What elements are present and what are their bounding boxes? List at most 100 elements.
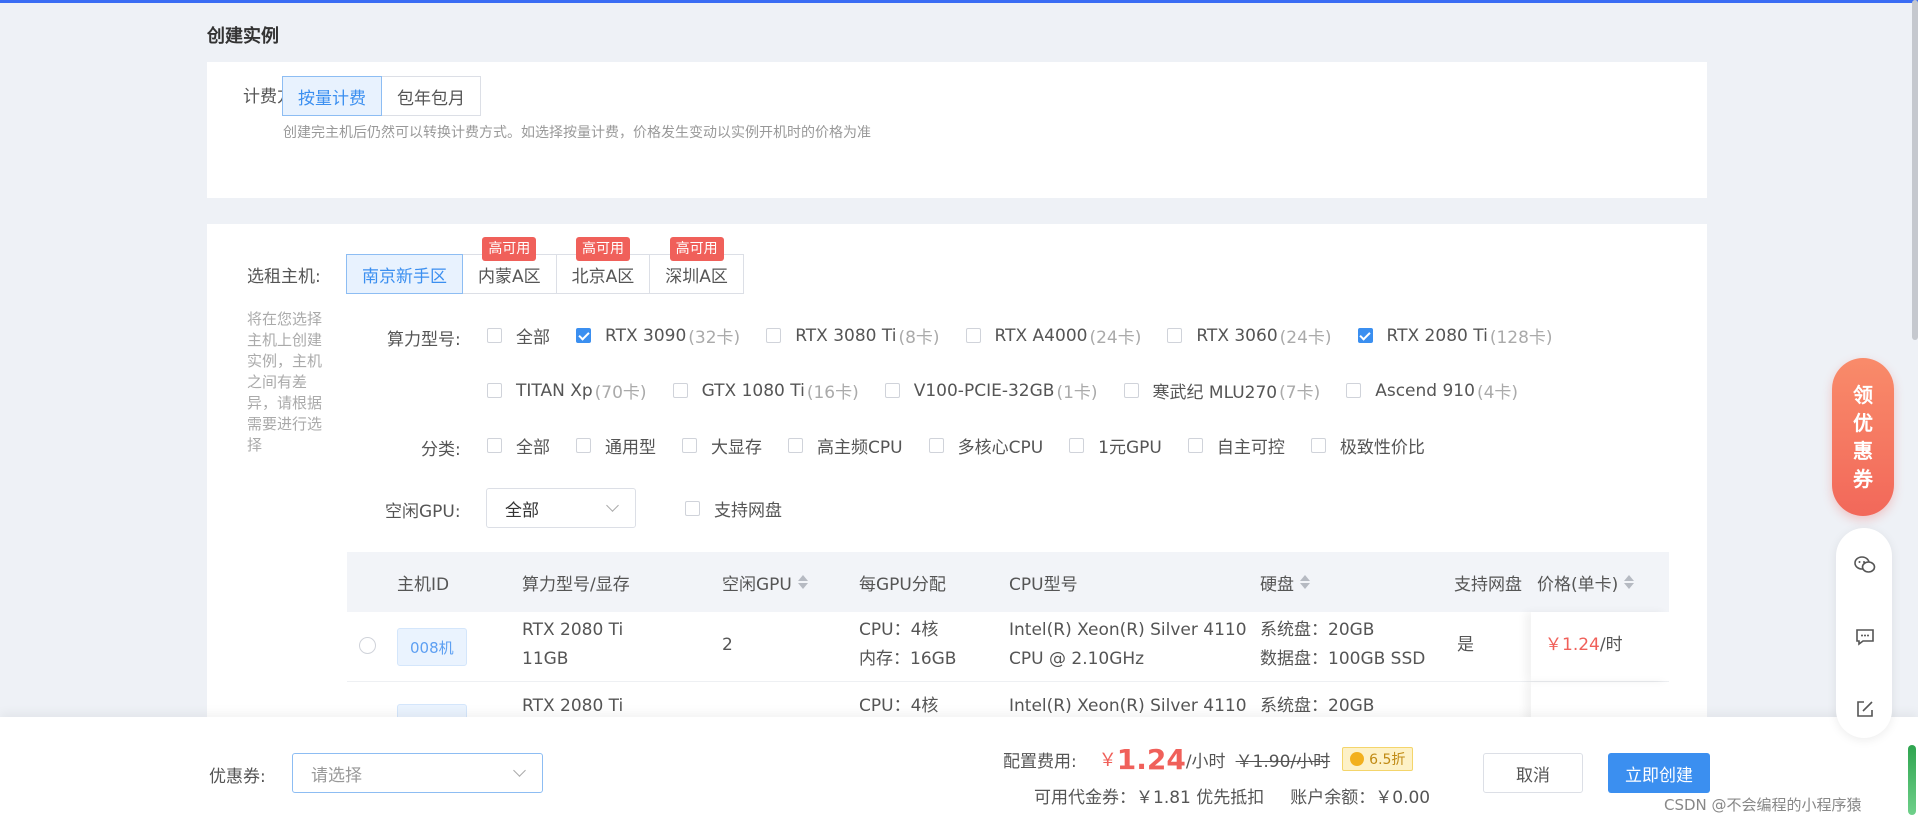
checkbox[interactable] [487, 383, 502, 398]
gpu-option-mlu270[interactable]: 寒武纪 MLU270 (7卡) [1123, 378, 1320, 403]
category-option-general[interactable]: 通用型 [576, 433, 656, 458]
col-idle-gpu[interactable]: 空闲GPU [722, 570, 808, 595]
checkbox[interactable] [928, 438, 944, 453]
option-count: (1卡) [1056, 383, 1098, 403]
idle-gpu-select[interactable]: 全部 [486, 488, 636, 528]
gpu-option-rtxa4000[interactable]: RTX A4000 (24卡) [965, 323, 1142, 348]
col-disk[interactable]: 硬盘 [1260, 570, 1310, 595]
gpu-option-rtx3090[interactable]: RTX 3090 (32卡) [576, 323, 740, 348]
option-label: TITAN Xp [516, 380, 593, 401]
category-option-self-controlled[interactable]: 自主可控 [1187, 433, 1285, 458]
gpu-option-all[interactable]: 全部 [487, 323, 550, 348]
col-host-id: 主机ID [397, 574, 450, 595]
sort-icon[interactable] [1624, 575, 1635, 589]
category-option-multicore-cpu[interactable]: 多核心CPU [928, 433, 1044, 458]
checkbox[interactable] [1187, 438, 1203, 453]
high-availability-tag: 高可用 [575, 237, 630, 261]
checkbox[interactable] [487, 328, 502, 343]
table-row[interactable]: 008机 RTX 2080 Ti 11GB 2 CPU：4核 内存：16GB I… [347, 612, 1669, 682]
checkbox[interactable] [965, 328, 981, 343]
host-side-description: 将在您选择主机上创建实例，主机之间有差异，请根据需要进行选择 [247, 310, 323, 454]
option-label: RTX 3080 Ti [795, 325, 897, 346]
gpu-model-label: 算力型号: [387, 330, 461, 350]
checkbox[interactable] [1357, 328, 1373, 343]
cell-cpu-alloc: CPU：4核 [859, 620, 939, 640]
checkbox[interactable] [487, 438, 502, 453]
checkbox[interactable] [682, 438, 697, 453]
option-count: (24卡) [1089, 328, 1142, 348]
category-option-best-value[interactable]: 极致性价比 [1310, 433, 1425, 458]
checkbox[interactable] [1167, 328, 1183, 343]
get-coupon-float[interactable]: 领 优 惠 券 [1832, 358, 1894, 516]
gpu-option-titanxp[interactable]: TITAN Xp (70卡) [487, 378, 647, 403]
config-fee-unit: /小时 [1185, 751, 1226, 772]
coupon-char: 惠 [1853, 439, 1873, 463]
billing-hint: 创建完主机后仍然可以转换计费方式。如选择按量计费，价格发生变动以实例开机时的价格… [283, 125, 871, 141]
cancel-button[interactable]: 取消 [1483, 753, 1583, 793]
page-scrollbar[interactable] [1912, 0, 1918, 340]
category-option-high-freq-cpu[interactable]: 高主频CPU [788, 433, 903, 458]
billing-option-monthly[interactable]: 包年包月 [381, 76, 481, 116]
sort-icon[interactable] [797, 575, 808, 589]
chat-icon[interactable] [1854, 626, 1876, 648]
option-label: GTX 1080 Ti [701, 380, 805, 401]
option-label: 通用型 [605, 438, 656, 458]
netdisk-filter: 支持网盘 [685, 496, 808, 521]
config-fee-row: 配置费用: ￥ 1.24 /小时 ￥1.90/小时 6.5折 [1003, 739, 1414, 779]
coupon-label: 优惠券: [209, 767, 266, 787]
sort-icon[interactable] [1300, 575, 1310, 589]
checkbox[interactable] [766, 328, 782, 343]
category-option-large-vram[interactable]: 大显存 [682, 433, 762, 458]
cell-price: ￥1.24/时 [1545, 631, 1623, 660]
col-price[interactable]: 价格(单卡) [1537, 570, 1635, 595]
region-beijing[interactable]: 高可用北京A区 [555, 237, 651, 294]
gpu-option-rtx3080ti[interactable]: RTX 3080 Ti (8卡) [766, 323, 940, 348]
cell-mem-alloc: 内存：16GB [859, 649, 957, 669]
cell-data-disk: 数据盘：100GB SSD [1260, 649, 1426, 669]
gpu-model-row-1: 全部 RTX 3090 (32卡) RTX 3080 Ti (8卡) RTX A40… [487, 323, 1579, 348]
create-button[interactable]: 立即创建 [1608, 753, 1710, 793]
col-gpu-model: 算力型号/显存 [522, 574, 630, 595]
cell-vram: 11GB [522, 649, 569, 669]
gpu-option-ascend910[interactable]: Ascend 910 (4卡) [1346, 378, 1518, 403]
gpu-option-rtx3060[interactable]: RTX 3060 (24卡) [1167, 323, 1332, 348]
checkbox[interactable] [1310, 438, 1326, 453]
cell-model: RTX 2080 Ti [522, 620, 624, 640]
region-label: 南京新手区 [362, 266, 447, 287]
option-label: 多核心CPU [957, 438, 1044, 458]
region-shenzhen[interactable]: 高可用 深圳A区 [649, 237, 744, 294]
category-option-1yuan-gpu[interactable]: 1元GPU [1069, 433, 1162, 458]
voucher-row: 可用代金券：￥1.81 优先抵扣 账户余额：￥0.00 [1034, 783, 1430, 808]
feedback-edit-icon[interactable] [1854, 698, 1876, 720]
region-label: 内蒙A区 [478, 266, 541, 287]
coupon-select[interactable]: 请选择 [292, 753, 543, 793]
checkbox[interactable] [884, 383, 900, 398]
col-per-gpu: 每GPU分配 [859, 574, 946, 595]
checkbox[interactable] [1346, 383, 1362, 398]
wechat-icon[interactable] [1854, 554, 1876, 576]
gpu-option-v100[interactable]: V100-PCIE-32GB (1卡) [884, 378, 1098, 403]
gpu-option-rtx2080ti[interactable]: RTX 2080 Ti (128卡) [1357, 323, 1553, 348]
table-header: 主机ID 算力型号/显存 空闲GPU 每GPU分配 CPU型号 硬盘 支持网盘 … [347, 552, 1669, 612]
checkbox[interactable] [576, 438, 591, 453]
checkbox[interactable] [576, 328, 591, 343]
checkbox[interactable] [1069, 438, 1085, 453]
config-fee-label: 配置费用: [1003, 751, 1077, 772]
checkbox[interactable] [685, 501, 700, 516]
gpu-option-gtx1080ti[interactable]: GTX 1080 Ti (16卡) [672, 378, 859, 403]
col-netdisk: 支持网盘 [1454, 574, 1522, 595]
option-count: (8卡) [898, 328, 940, 348]
category-option-all[interactable]: 全部 [487, 433, 550, 458]
checkbox[interactable] [788, 438, 803, 453]
discount-badge: 6.5折 [1342, 747, 1414, 771]
billing-option-pay-as-you-go[interactable]: 按量计费 [282, 76, 382, 116]
region-neimeng[interactable]: 高可用 内蒙A区 [462, 237, 557, 294]
netdisk-option[interactable]: 支持网盘 [685, 496, 782, 521]
region-label: 北京A区 [571, 266, 635, 287]
region-nanjing[interactable]: 南京新手区 [346, 254, 463, 294]
checkbox[interactable] [672, 383, 688, 398]
footer-bar: 优惠券: 请选择 配置费用: ￥ 1.24 /小时 ￥1.90/小时 6.5折 … [0, 717, 1918, 825]
checkbox[interactable] [1123, 383, 1139, 398]
billing-segment: 按量计费 包年包月 [282, 76, 481, 116]
row-radio[interactable] [359, 637, 376, 654]
